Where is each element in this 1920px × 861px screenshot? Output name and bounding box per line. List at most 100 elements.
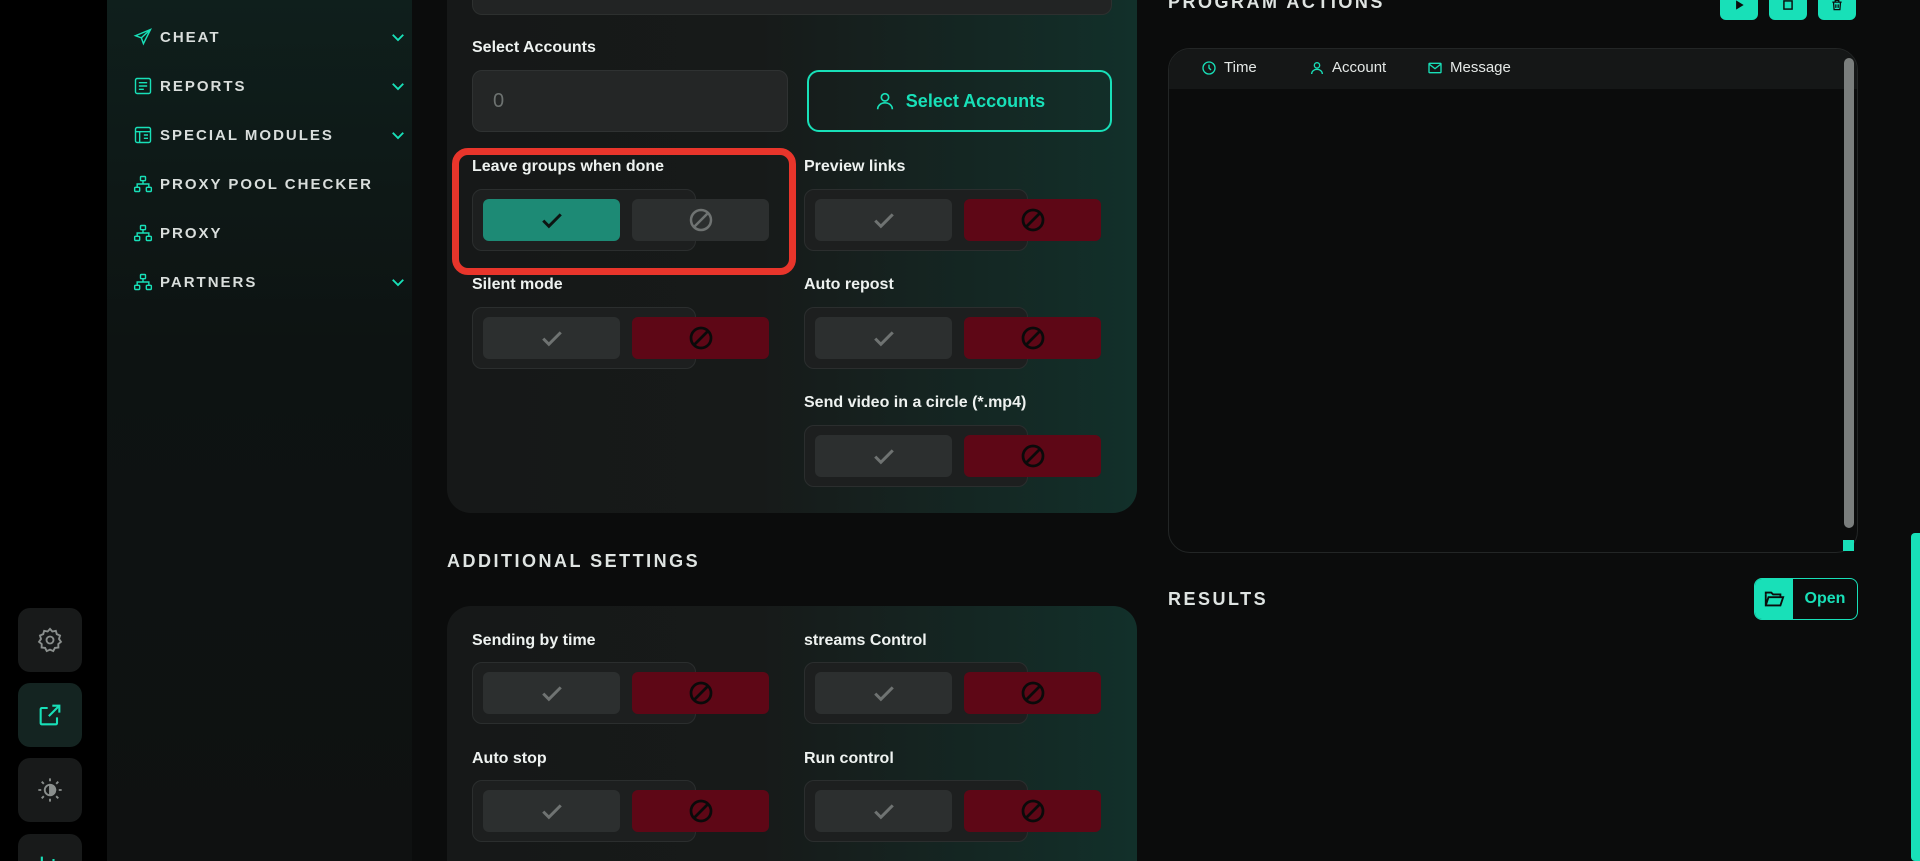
check-icon (873, 213, 894, 229)
resize-handle[interactable] (1843, 540, 1854, 551)
toggle-yes-button[interactable] (815, 199, 952, 241)
toggle-yes-button[interactable] (815, 317, 952, 359)
block-icon (1021, 799, 1044, 823)
toggle-auto-stop (472, 780, 769, 842)
toggle-label-silent-mode: Silent mode (472, 276, 563, 293)
toggle-label-sending-by-time: Sending by time (472, 632, 596, 649)
delete-button[interactable] (1818, 0, 1856, 20)
toggle-no-button[interactable] (632, 317, 769, 359)
modules-icon (134, 126, 152, 144)
network-icon (133, 273, 153, 291)
toggle-yes-button[interactable] (815, 790, 952, 832)
log-column-label: Message (1450, 59, 1511, 76)
toggle-yes-button[interactable] (483, 790, 620, 832)
sidebar-item-label: CHEAT (160, 28, 221, 46)
chevron-down-icon[interactable] (389, 126, 407, 144)
stop-button[interactable] (1769, 0, 1807, 20)
mail-icon (1428, 62, 1442, 73)
external-link-button[interactable] (18, 683, 82, 747)
settings-button[interactable] (18, 608, 82, 672)
chevron-down-icon[interactable] (389, 77, 407, 95)
toggle-streams-control (804, 662, 1101, 724)
toggle-run-control (804, 780, 1101, 842)
chart-button[interactable] (18, 834, 82, 861)
log-header: Time Account Message (1169, 49, 1857, 89)
chart-icon (40, 856, 55, 861)
sidebar-item-cheat[interactable]: CHEAT (132, 22, 407, 52)
program-actions-log[interactable]: Time Account Message (1168, 48, 1858, 553)
user-icon (1311, 61, 1323, 74)
theme-button[interactable] (18, 758, 82, 822)
toggle-no-button[interactable] (632, 199, 769, 241)
program-actions-title: PROGRAM ACTIONS (1168, 0, 1385, 12)
sidebar-item-special-modules[interactable]: SPECIAL MODULES (132, 120, 407, 150)
settings-icon (37, 627, 63, 653)
toggle-no-button[interactable] (632, 672, 769, 714)
toggle-sending-by-time (472, 662, 769, 724)
select-accounts-button-label: Select Accounts (905, 90, 1046, 111)
additional-settings-title: ADDITIONAL SETTINGS (447, 551, 701, 571)
toggle-yes-button[interactable] (815, 435, 952, 477)
block-icon (689, 799, 712, 823)
sidebar-item-partners[interactable]: PARTNERS (132, 267, 407, 297)
block-icon (1021, 444, 1044, 468)
block-icon (1021, 681, 1044, 705)
page-scrollbar[interactable] (1911, 533, 1920, 861)
toggle-leave-groups (472, 189, 769, 251)
sidebar-item-proxy-pool-checker[interactable]: PROXY POOL CHECKER (132, 169, 407, 199)
play-button[interactable] (1720, 0, 1758, 20)
accounts-count-field[interactable]: 0 (472, 70, 788, 132)
toggle-no-button[interactable] (964, 435, 1101, 477)
log-column-account[interactable]: Account (1309, 59, 1386, 76)
log-column-time[interactable]: Time (1201, 59, 1257, 76)
play-icon (1736, 0, 1744, 10)
left-rail (0, 0, 107, 861)
block-icon (1021, 326, 1044, 350)
toggle-auto-repost (804, 307, 1101, 369)
sidebar-item-reports[interactable]: REPORTS (132, 71, 407, 101)
check-icon (873, 686, 894, 702)
toggle-no-button[interactable] (964, 790, 1101, 832)
toggle-no-button[interactable] (964, 672, 1101, 714)
check-icon (541, 331, 562, 347)
toggle-no-button[interactable] (964, 199, 1101, 241)
sidebar-item-proxy[interactable]: PROXY (132, 218, 407, 248)
toggle-no-button[interactable] (632, 790, 769, 832)
toggle-silent-mode (472, 307, 769, 369)
select-accounts-label: Select Accounts (472, 39, 596, 56)
block-icon (689, 326, 712, 350)
user-icon (876, 92, 893, 110)
toggle-label-send-video: Send video in a circle (*.mp4) (804, 394, 1027, 411)
toggle-preview-links (804, 189, 1101, 251)
block-icon (689, 208, 712, 232)
clock-icon (1202, 60, 1216, 75)
log-scrollbar[interactable] (1844, 58, 1854, 528)
toggle-yes-button[interactable] (483, 199, 620, 241)
chevron-down-icon[interactable] (389, 28, 407, 46)
open-results-button[interactable]: Open (1754, 578, 1858, 620)
sidebar-item-label: REPORTS (160, 77, 247, 95)
toggle-label-leave-groups: Leave groups when done (472, 158, 665, 175)
reports-icon (134, 77, 152, 95)
toggle-no-button[interactable] (964, 317, 1101, 359)
chevron-down-icon[interactable] (389, 273, 407, 291)
check-icon (541, 686, 562, 702)
sidebar-nav: CHEAT REPORTS SPECIAL MODULES PROXY POOL… (107, 0, 412, 861)
toggle-yes-button[interactable] (483, 317, 620, 359)
toggle-yes-button[interactable] (815, 672, 952, 714)
stop-icon (1783, 0, 1793, 10)
previous-input-field[interactable] (472, 0, 1112, 15)
network-icon (133, 224, 153, 242)
send-icon (133, 28, 152, 46)
select-accounts-button[interactable]: Select Accounts (807, 70, 1112, 132)
log-column-message[interactable]: Message (1427, 59, 1511, 76)
toggle-yes-button[interactable] (483, 672, 620, 714)
folder-open-icon (1764, 591, 1785, 607)
toggle-label-preview-links: Preview links (804, 158, 906, 175)
log-column-label: Account (1332, 59, 1387, 76)
sidebar-item-label: PROXY POOL CHECKER (160, 175, 373, 193)
check-icon (873, 804, 894, 820)
trash-icon (1832, 0, 1842, 11)
toggle-label-auto-repost: Auto repost (804, 276, 894, 293)
check-icon (873, 331, 894, 347)
